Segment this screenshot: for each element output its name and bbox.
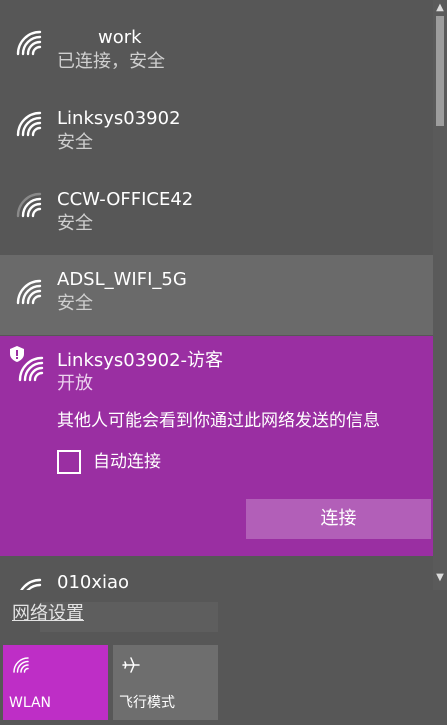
wifi-signal-icon <box>16 111 42 137</box>
scroll-thumb[interactable] <box>436 16 444 126</box>
network-name: 010xiao <box>57 572 130 590</box>
scroll-up-arrow-icon[interactable]: ▲ <box>434 2 446 14</box>
wifi-signal-icon <box>16 192 42 218</box>
network-status: 安全 <box>57 213 93 234</box>
network-item-partial[interactable]: 010xiao <box>0 570 443 590</box>
scrollbar[interactable]: ▲ ▼ <box>433 0 447 590</box>
network-item-ccw-office[interactable]: CCW-OFFICE42 安全 <box>0 162 443 242</box>
airplane-mode-tile[interactable]: 飞行模式 <box>113 645 218 720</box>
wifi-signal-icon <box>16 279 42 305</box>
network-settings-link[interactable]: 网络设置 <box>12 602 84 626</box>
network-status: 安全 <box>57 293 93 314</box>
network-list: work 已连接，安全 Linksys03902 安全 CCW-OFFICE42… <box>0 0 443 590</box>
wifi-signal-icon <box>18 356 44 382</box>
open-network-warning: 其他人可能会看到你通过此网络发送的信息 <box>57 411 380 431</box>
network-flyout: work 已连接，安全 Linksys03902 安全 CCW-OFFICE42… <box>0 0 447 725</box>
auto-connect-checkbox[interactable] <box>57 450 81 474</box>
auto-connect-label: 自动连接 <box>93 452 161 472</box>
flyout-footer: 网络设置 WLAN 飞行模式 <box>0 590 447 725</box>
network-name: Linksys03902 <box>57 108 181 129</box>
network-name: work <box>98 27 142 48</box>
network-item-linksys-guest[interactable]: Linksys03902-访客 开放 其他人可能会看到你通过此网络发送的信息 自… <box>0 336 443 556</box>
connect-button[interactable]: 连接 <box>246 499 431 539</box>
network-status: 开放 <box>57 373 93 394</box>
scroll-down-arrow-icon[interactable]: ▼ <box>434 572 446 584</box>
airplane-icon <box>122 657 140 673</box>
wlan-toggle-tile[interactable]: WLAN <box>3 645 108 720</box>
network-status: 已连接，安全 <box>57 51 165 72</box>
airplane-tile-label: 飞行模式 <box>119 695 175 711</box>
wifi-signal-icon <box>20 578 42 590</box>
network-item-linksys[interactable]: Linksys03902 安全 <box>0 81 443 161</box>
wlan-tile-label: WLAN <box>9 695 52 711</box>
network-name: Linksys03902-访客 <box>57 350 224 371</box>
network-name: CCW-OFFICE42 <box>57 189 194 210</box>
wifi-signal-icon <box>16 30 42 56</box>
network-name: ADSL_WIFI_5G <box>57 269 187 290</box>
network-item-work[interactable]: work 已连接，安全 <box>0 0 443 80</box>
network-status: 安全 <box>57 132 93 153</box>
network-item-adsl[interactable]: ADSL_WIFI_5G 安全 <box>0 255 443 335</box>
wifi-icon <box>13 657 29 673</box>
